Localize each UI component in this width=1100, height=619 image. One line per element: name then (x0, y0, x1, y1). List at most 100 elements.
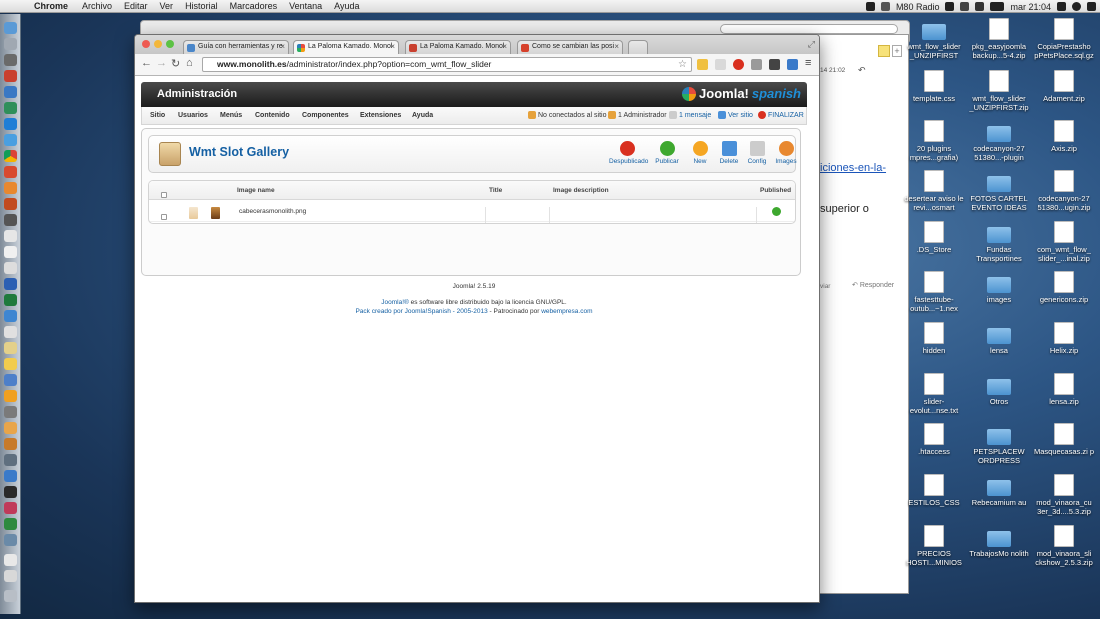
menu-app-name[interactable]: Chrome (34, 1, 68, 11)
logout-link[interactable]: FINALIZAR (758, 111, 804, 119)
desktop-icon-file[interactable]: genericons.zip (1032, 271, 1096, 304)
volume-icon[interactable] (945, 2, 955, 11)
desktop-icon-file[interactable]: Adament.zip (1032, 70, 1096, 103)
unpublish-button[interactable]: Despublicado (609, 141, 648, 165)
app-icon[interactable] (4, 470, 17, 482)
extension-icon[interactable] (715, 59, 726, 70)
image-thumbnail[interactable] (211, 207, 220, 219)
app-icon[interactable] (4, 118, 17, 130)
excel-icon[interactable] (4, 294, 17, 306)
desktop-icon-file[interactable]: hidden (902, 322, 966, 355)
desktop-icon-file[interactable]: .htaccess (902, 423, 966, 456)
tab-close-icon[interactable]: × (614, 42, 619, 51)
app-icon[interactable] (4, 230, 17, 242)
radio-icon[interactable] (880, 2, 890, 11)
tab-close-icon[interactable]: × (280, 42, 285, 51)
mail-link[interactable]: iciones-en-la- (820, 162, 886, 174)
app-icon[interactable] (4, 534, 17, 546)
reply-arrow-icon[interactable]: ↶ (858, 65, 866, 76)
webempresa-link[interactable]: webempresa.com (541, 308, 592, 315)
launchpad-icon[interactable] (4, 38, 17, 50)
radio-label[interactable]: M80 Radio (896, 2, 940, 12)
app-icon[interactable] (4, 342, 17, 354)
row-checkbox[interactable] (161, 214, 167, 220)
chrome-menu-icon[interactable]: ≡ (805, 57, 811, 69)
add-icon[interactable]: + (892, 45, 902, 57)
desktop-icon-file[interactable]: codecanyon-27 51380...ugin.zip (1032, 170, 1096, 212)
note-icon[interactable] (878, 45, 890, 57)
word-icon[interactable] (4, 278, 17, 290)
extension-icon[interactable] (751, 59, 762, 70)
app-icon[interactable] (4, 310, 17, 322)
extension-icon[interactable] (697, 59, 708, 70)
desktop-icon-folder[interactable]: Rebecamium au (967, 474, 1031, 507)
desktop-icon-file[interactable]: com_wmt_flow_ slider_...inal.zip (1032, 221, 1096, 263)
user-icon[interactable] (1057, 2, 1066, 11)
app-icon[interactable] (4, 262, 17, 274)
desktop-icon-file[interactable]: Axis.zip (1032, 120, 1096, 153)
column-image-name[interactable]: Image name (237, 187, 275, 194)
app-icon[interactable] (4, 214, 17, 226)
app-icon[interactable] (4, 374, 17, 386)
home-button[interactable]: ⌂ (186, 57, 193, 69)
desktop-icon-folder[interactable]: wmt_flow_slider _UNZIPFIRST (902, 18, 966, 60)
desktop-icon-file[interactable]: mod_vinaora_sli ckshow_2.5.3.zip (1032, 525, 1096, 567)
menu-historial[interactable]: Historial (185, 1, 218, 11)
desktop-icon-file[interactable]: desertear aviso le revi...osmart (902, 170, 966, 212)
folder-icon[interactable] (4, 570, 17, 582)
new-tab-button[interactable] (628, 40, 648, 54)
desktop-icon-folder[interactable]: Fundas Transportines (967, 221, 1031, 263)
desktop-icon-file[interactable]: pkg_easyjoomla backup...5-4.zip (967, 18, 1031, 60)
menu-editar[interactable]: Editar (124, 1, 148, 11)
desktop-icon-file[interactable]: ESTILOS_CSS (902, 474, 966, 507)
fullscreen-icon[interactable]: ⤢ (808, 39, 815, 50)
responder-button[interactable]: ↶ Responder (852, 281, 894, 289)
app-icon[interactable] (4, 326, 17, 338)
clock[interactable]: mar 21:04 (1010, 2, 1051, 12)
column-title[interactable]: Title (489, 187, 502, 194)
app-icon[interactable] (4, 502, 17, 514)
forward-button[interactable]: → (156, 57, 167, 69)
tab-close-icon[interactable]: × (502, 42, 507, 51)
close-window-button[interactable] (142, 40, 150, 48)
view-site-link[interactable]: Ver sitio (718, 111, 753, 119)
app-icon[interactable] (4, 246, 17, 258)
finder-icon[interactable] (4, 22, 17, 34)
tab-close-icon[interactable]: × (390, 42, 395, 51)
app-icon[interactable] (4, 54, 17, 66)
desktop-icon-file[interactable]: PRECIOS HOSTI...MINIOS (902, 525, 966, 567)
desktop-icon-folder[interactable]: images (967, 271, 1031, 304)
column-published[interactable]: Published (760, 187, 791, 194)
app-icon[interactable] (4, 102, 17, 114)
wifi-icon[interactable] (975, 2, 985, 11)
menu-menus[interactable]: Menús (220, 112, 242, 119)
dropbox-icon[interactable] (865, 2, 875, 11)
menu-ayuda[interactable]: Ayuda (334, 1, 359, 11)
tab-3[interactable]: La Paloma Kamado. Monol × (405, 40, 511, 54)
desktop-icon-folder[interactable]: Otros (967, 373, 1031, 406)
menu-ver[interactable]: Ver (160, 1, 174, 11)
app-icon[interactable] (4, 454, 17, 466)
app-icon[interactable] (4, 406, 17, 418)
column-image-description[interactable]: Image description (553, 187, 609, 194)
messages-link[interactable]: 1 mensaje (669, 111, 711, 119)
menu-usuarios[interactable]: Usuarios (178, 112, 208, 119)
menu-sitio[interactable]: Sitio (150, 112, 165, 119)
desktop-icon-folder[interactable]: codecanyon-27 51380...-plugin (967, 120, 1031, 162)
app-icon[interactable] (4, 166, 17, 178)
desktop-icon-file[interactable]: .DS_Store (902, 221, 966, 254)
desktop-icon-file[interactable]: template.css (902, 70, 966, 103)
address-bar[interactable]: www.monolith.es/administrator/index.php?… (202, 57, 692, 72)
select-all-checkbox[interactable] (161, 192, 167, 198)
bluetooth-icon[interactable] (960, 2, 970, 11)
image-thumbnail[interactable] (189, 207, 198, 219)
desktop-icon-folder[interactable]: lensa (967, 322, 1031, 355)
folder-icon[interactable] (4, 554, 17, 566)
desktop-icon-folder[interactable]: TrabajosMo nolith (967, 525, 1031, 558)
menu-ventana[interactable]: Ventana (289, 1, 322, 11)
desktop-icon-folder[interactable]: PETSPLACEW ORDPRESS (967, 423, 1031, 465)
reload-button[interactable]: ↻ (171, 57, 180, 70)
app-icon[interactable] (4, 134, 17, 146)
desktop-icon-file[interactable]: lensa.zip (1032, 373, 1096, 406)
pocket-icon[interactable] (769, 59, 780, 70)
